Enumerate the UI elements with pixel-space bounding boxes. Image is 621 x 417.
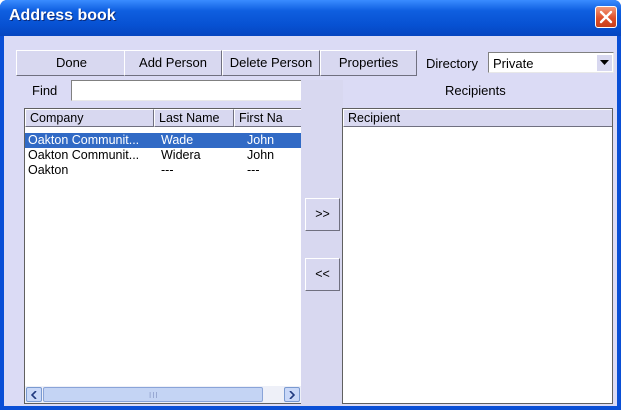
chevron-left-icon xyxy=(31,391,37,399)
recipients-list[interactable]: Recipient xyxy=(342,108,613,404)
contact-row[interactable]: Oakton --- --- xyxy=(25,163,301,178)
add-recipient-button[interactable]: >> xyxy=(305,198,340,231)
directory-value: Private xyxy=(493,56,534,71)
scroll-thumb[interactable]: III xyxy=(43,387,263,402)
first-name-cell: John xyxy=(247,133,275,147)
dropdown-button[interactable] xyxy=(596,54,612,71)
column-header-last-name[interactable]: Last Name xyxy=(154,109,234,127)
window-title: Address book xyxy=(9,7,116,24)
chevron-right-icon xyxy=(289,391,295,399)
splitter-panel xyxy=(301,80,343,406)
add-person-button[interactable]: Add Person xyxy=(124,50,222,76)
address-book-window: Address book Done Add Person Delete Pers… xyxy=(0,0,621,410)
grip-icon: III xyxy=(149,391,159,400)
contact-row[interactable]: Oakton Communit... Wade John xyxy=(25,133,301,148)
scroll-right-button[interactable] xyxy=(284,387,300,402)
last-name-cell: Widera xyxy=(161,148,201,162)
horizontal-scrollbar[interactable]: III xyxy=(25,386,301,403)
close-icon xyxy=(599,10,613,24)
contact-row[interactable]: Oakton Communit... Widera John xyxy=(25,148,301,163)
done-button[interactable]: Done xyxy=(16,50,127,76)
company-cell: Oakton Communit... xyxy=(28,133,140,147)
last-name-cell: --- xyxy=(161,163,174,177)
close-button[interactable] xyxy=(595,6,617,28)
client-area: Done Add Person Delete Person Properties… xyxy=(4,36,617,406)
company-cell: Oakton Communit... xyxy=(28,148,140,162)
column-header-recipient[interactable]: Recipient xyxy=(343,109,612,127)
remove-recipient-button[interactable]: << xyxy=(305,258,340,291)
delete-person-button[interactable]: Delete Person xyxy=(222,50,320,76)
chevron-down-icon xyxy=(600,60,609,65)
find-input[interactable] xyxy=(71,80,302,101)
first-name-cell: --- xyxy=(247,163,260,177)
column-header-company[interactable]: Company xyxy=(25,109,154,127)
find-label: Find xyxy=(32,83,58,98)
title-bar[interactable]: Address book xyxy=(0,0,621,36)
last-name-cell: Wade xyxy=(161,133,194,147)
first-name-cell: John xyxy=(247,148,275,162)
contacts-list[interactable]: Company Last Name First Na Oakton Commun… xyxy=(24,108,302,404)
column-header-first-name[interactable]: First Na xyxy=(234,109,301,127)
directory-select[interactable]: Private xyxy=(488,52,614,73)
properties-button[interactable]: Properties xyxy=(320,50,417,76)
recipients-label: Recipients xyxy=(445,83,506,98)
scroll-left-button[interactable] xyxy=(26,387,42,402)
directory-label: Directory xyxy=(426,56,479,71)
company-cell: Oakton xyxy=(28,163,69,177)
